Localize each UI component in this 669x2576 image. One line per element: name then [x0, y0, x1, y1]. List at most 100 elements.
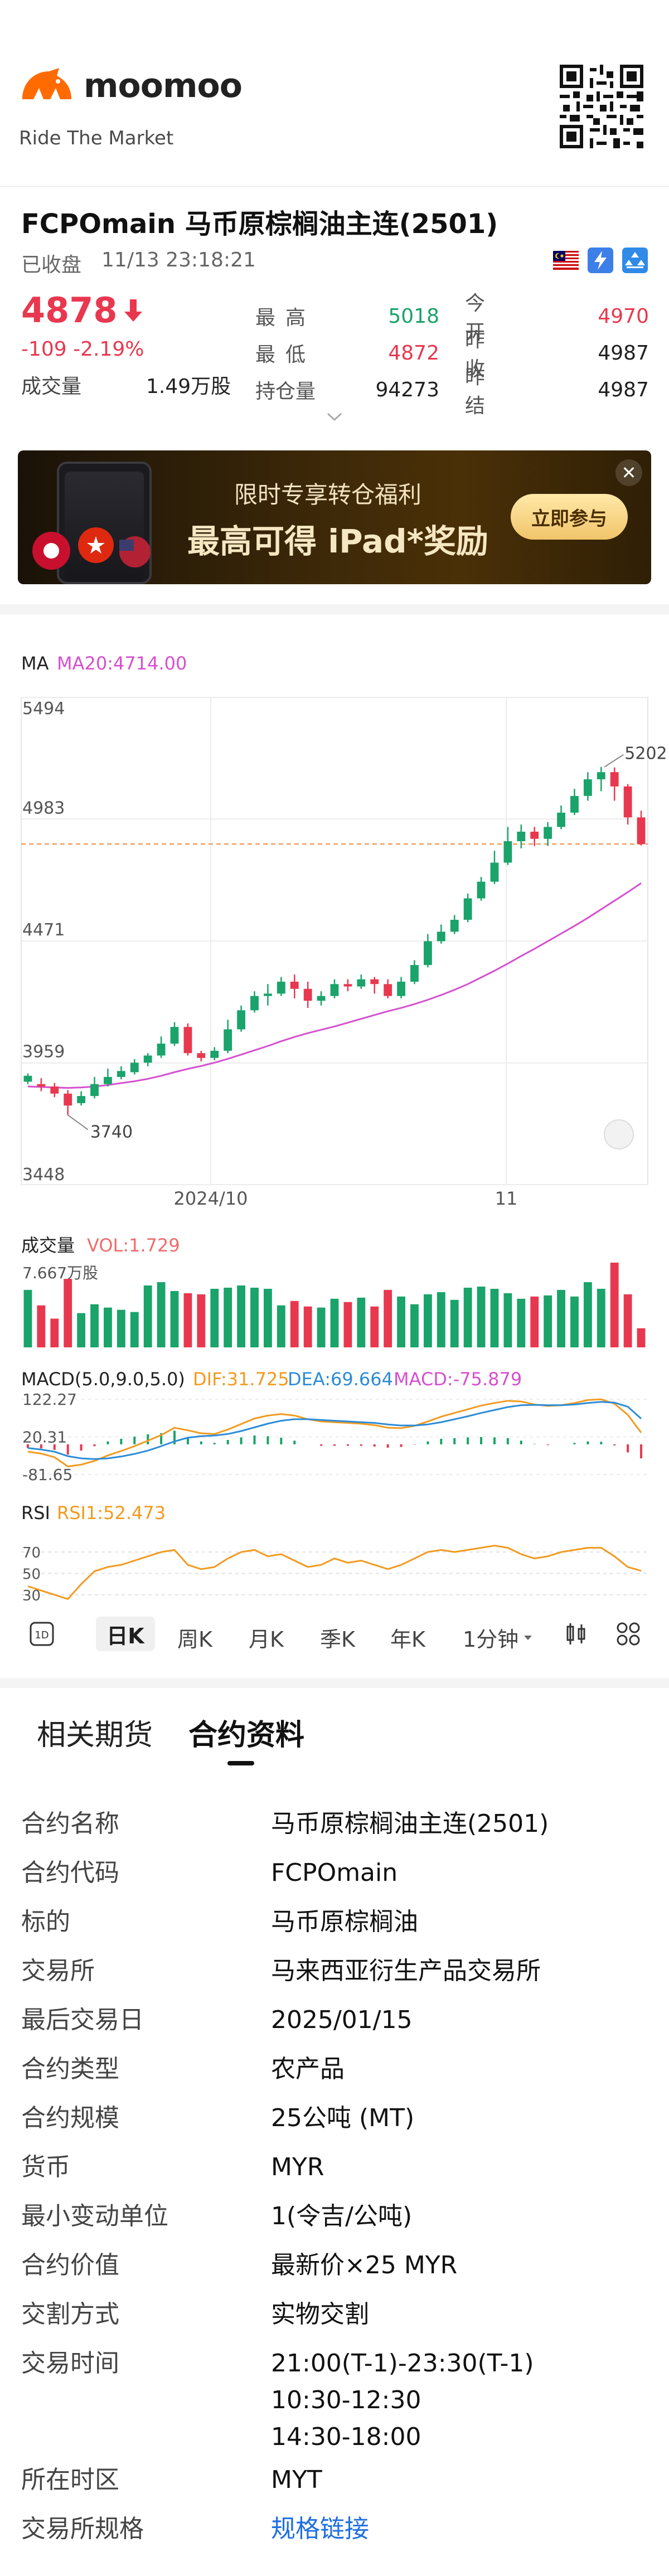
- info-key: 标的: [21, 1908, 70, 1936]
- tab-related-futures[interactable]: 相关期货: [37, 1711, 153, 1753]
- volume-bar: [250, 1287, 259, 1347]
- volume-bar: [437, 1292, 445, 1347]
- market-status: 已收盘 11/13 23:18:21: [21, 249, 256, 278]
- tab-week-k[interactable]: 周K: [177, 1622, 212, 1653]
- candle-body: [330, 984, 339, 996]
- candle-body: [104, 1076, 112, 1084]
- stat-value: 4872: [388, 341, 439, 365]
- ma20-legend: MA20:4714.00: [57, 653, 187, 674]
- x-tick-label: 2024/10: [174, 1188, 248, 1209]
- stat-label: 昨结: [465, 366, 496, 418]
- candle-body: [170, 1027, 179, 1044]
- malaysia-flag-icon: [553, 251, 579, 270]
- stat-label: 最高: [255, 307, 316, 329]
- candle-body: [290, 982, 299, 989]
- arrow-down-icon: [124, 299, 142, 322]
- qr-code-icon[interactable]: [560, 65, 643, 148]
- tab-year-k[interactable]: 年K: [390, 1622, 425, 1653]
- volume-max-label: 7.667万股: [22, 1264, 98, 1282]
- tab-month-k[interactable]: 月K: [249, 1622, 284, 1653]
- volume-bar: [544, 1295, 552, 1347]
- candle-body: [197, 1053, 206, 1058]
- macd-title: MACD(5.0,9.0,5.0): [21, 1369, 185, 1390]
- reset-icon: [604, 1119, 634, 1149]
- info-key: 合约价值: [21, 2251, 119, 2279]
- volume-bar: [77, 1313, 86, 1347]
- spec-link[interactable]: 规格链接: [271, 2511, 648, 2548]
- volume-bar: [343, 1302, 352, 1347]
- volume-bar: [50, 1318, 59, 1347]
- info-value: 25公吨 (MT): [271, 2104, 415, 2132]
- top-bar: moomoo Ride The Market: [0, 0, 669, 187]
- volume-bar: [157, 1282, 166, 1347]
- volume-bar: [143, 1285, 152, 1347]
- y-tick-label: 3959: [22, 1042, 65, 1062]
- period-tabbar: 1D 日K 周K 月K 季K 年K 1分钟: [0, 1605, 669, 1661]
- high-marker-line: [604, 754, 624, 768]
- volume-bar: [183, 1293, 192, 1347]
- volume-bar: [130, 1312, 139, 1347]
- rsi-line: [27, 1545, 642, 1600]
- info-row: 合约类型 农产品: [21, 2045, 648, 2094]
- candle-body: [530, 831, 539, 839]
- indicators-grid-icon[interactable]: [615, 1621, 641, 1647]
- candle-body: [370, 979, 379, 984]
- brand-logo[interactable]: moomoo: [18, 66, 243, 106]
- tab-day-k[interactable]: 日K: [96, 1617, 155, 1651]
- candle-body: [423, 941, 432, 966]
- info-key: 交割方式: [21, 2300, 119, 2328]
- candle-body: [637, 817, 646, 845]
- moomoo-logo-icon: [22, 68, 71, 99]
- expand-chevron-icon[interactable]: [327, 413, 342, 421]
- stat-label: 最低: [255, 343, 316, 366]
- candle-body: [224, 1029, 232, 1051]
- volume-bar: [450, 1299, 459, 1347]
- candle-body: [517, 831, 526, 842]
- stat-value: 5018: [388, 304, 439, 328]
- tab-contract-info[interactable]: 合约资料: [188, 1711, 304, 1765]
- candle-body: [503, 841, 512, 863]
- info-key: 合约类型: [21, 2055, 119, 2083]
- volume-bar: [277, 1305, 285, 1347]
- volume-bar: [357, 1297, 366, 1347]
- promo-banner[interactable]: 限时专享转仓福利 最高可得 iPad*奖励 立即参与 ✕: [18, 450, 651, 584]
- volume-bar: [610, 1263, 619, 1347]
- macd-tick-label: -81.65: [22, 1466, 72, 1484]
- section-divider: [0, 604, 669, 614]
- macd-value-legend: MACD:-75.879: [394, 1369, 522, 1390]
- volume-bar: [597, 1288, 605, 1347]
- high-marker-label: 5202: [624, 744, 667, 764]
- stat-value: 4987: [598, 341, 649, 365]
- macd-dif-legend: DIF:31.725: [193, 1369, 289, 1390]
- info-value: 1(令吉/公吨): [271, 2202, 413, 2230]
- volume-bar: [370, 1306, 379, 1347]
- candlestick-chart[interactable]: MA MA20:4714.00 5494 4983 4471 3959 3448 2024/1…: [0, 635, 669, 1639]
- candle-body: [157, 1044, 166, 1056]
- volume-label: 成交量: [21, 375, 82, 398]
- candle-body: [130, 1063, 139, 1073]
- y-tick-label: 4471: [22, 920, 65, 940]
- volume-bar: [637, 1328, 646, 1347]
- candle-style-icon[interactable]: [563, 1621, 589, 1647]
- volume-bar: [224, 1287, 232, 1347]
- section-divider: [0, 1678, 669, 1688]
- volume-bar: [384, 1289, 392, 1347]
- volume-bar: [117, 1309, 125, 1347]
- tagline: Ride The Market: [19, 127, 174, 149]
- info-value: 农产品: [271, 2055, 345, 2083]
- volume-bar: [90, 1304, 99, 1347]
- tab-1min[interactable]: 1分钟: [463, 1622, 533, 1653]
- info-row: 最小变动单位 1(令吉/公吨): [21, 2192, 648, 2241]
- calendar-1d-icon[interactable]: 1D: [29, 1621, 55, 1647]
- close-icon[interactable]: ✕: [615, 459, 642, 486]
- chart-badge-icon: [622, 248, 648, 273]
- info-key: 交易时间: [21, 2349, 119, 2378]
- info-key: 交易所: [21, 1957, 95, 1985]
- tab-quarter-k[interactable]: 季K: [320, 1622, 355, 1653]
- ma-legend-title: MA: [21, 653, 49, 674]
- candle-body: [450, 919, 459, 932]
- info-value: 21:00(T-1)-23:30(T-1) 10:30-12:30 14:30-…: [271, 2349, 534, 2451]
- info-key: 所在时区: [21, 2466, 119, 2494]
- volume-bar: [290, 1301, 299, 1347]
- join-now-button[interactable]: 立即参与: [511, 494, 628, 540]
